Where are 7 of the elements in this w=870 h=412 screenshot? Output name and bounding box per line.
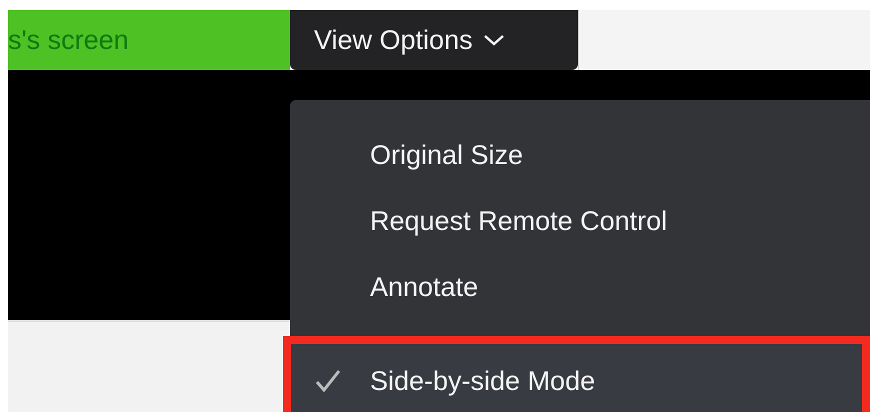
menu-item[interactable]: Side-by-side Mode: [283, 336, 870, 412]
view-options-button[interactable]: View Options: [290, 10, 578, 70]
checkmark-icon: [315, 369, 341, 393]
screen-share-label: s's screen: [8, 10, 290, 70]
menu-item[interactable]: Original Size: [290, 122, 870, 188]
menu-item[interactable]: Annotate: [290, 254, 870, 320]
menu-item[interactable]: Request Remote Control: [290, 188, 870, 254]
